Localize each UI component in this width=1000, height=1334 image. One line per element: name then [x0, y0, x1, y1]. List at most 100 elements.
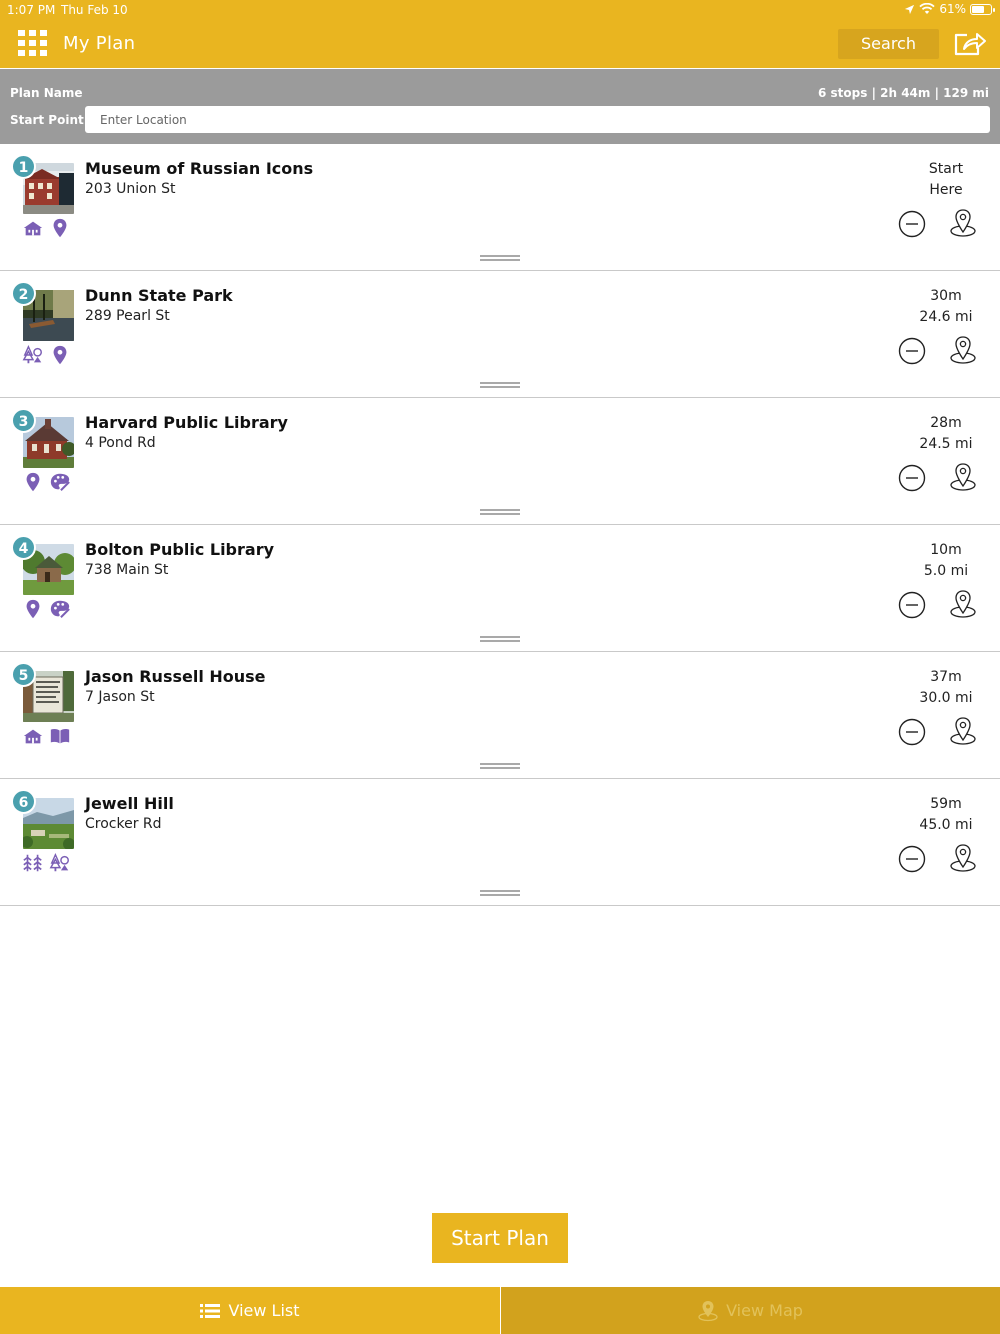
stop-number-badge: 1 — [11, 154, 36, 179]
apps-menu-button[interactable] — [18, 30, 48, 58]
stop-name[interactable]: Museum of Russian Icons — [85, 159, 313, 178]
tab-view-list[interactable]: View List — [0, 1287, 500, 1334]
stop-travel-info: 59m 45.0 mi — [911, 794, 981, 836]
stop-address: 203 Union St — [85, 181, 176, 197]
art-palette-icon — [50, 473, 70, 491]
farm-icon — [23, 854, 42, 872]
art-palette-icon — [50, 600, 70, 618]
stop-travel-time: 28m — [930, 415, 962, 431]
stop-row[interactable]: 4 Bolton Public Library 738 Main St 10m … — [0, 525, 1000, 652]
location-pin-icon — [950, 209, 976, 237]
status-time: 1:07 PM — [7, 3, 56, 17]
remove-stop-button[interactable] — [898, 845, 926, 873]
remove-stop-button[interactable] — [898, 591, 926, 619]
remove-stop-button[interactable] — [898, 337, 926, 365]
stop-name[interactable]: Jason Russell House — [85, 667, 266, 686]
search-button[interactable]: Search — [838, 29, 939, 59]
remove-stop-button[interactable] — [898, 464, 926, 492]
share-button[interactable] — [953, 31, 987, 57]
stop-categories — [22, 852, 71, 874]
stop-number-badge: 3 — [11, 408, 36, 433]
location-pin-icon — [950, 844, 976, 872]
tab-view-map-label: View Map — [726, 1301, 803, 1320]
directions-button[interactable] — [949, 208, 977, 238]
stop-name[interactable]: Harvard Public Library — [85, 413, 288, 432]
battery-percent: 61% — [939, 2, 966, 16]
map-marker-icon — [698, 1300, 718, 1321]
stop-categories — [22, 471, 71, 493]
share-icon — [954, 33, 986, 56]
stop-travel-distance: 5.0 mi — [923, 563, 969, 579]
directions-button[interactable] — [949, 843, 977, 873]
reorder-handle[interactable] — [480, 382, 520, 388]
start-plan-button[interactable]: Start Plan — [432, 1213, 568, 1263]
stop-row[interactable]: 1 Museum of Russian Icons 203 Union St S… — [0, 144, 1000, 271]
book-icon — [50, 728, 70, 744]
map-pin-icon — [26, 472, 40, 492]
stop-row[interactable]: 5 Jason Russell House 7 Jason St 37m 30.… — [0, 652, 1000, 779]
stop-number-badge: 6 — [11, 789, 36, 814]
app-header: 1:07 PM Thu Feb 10 61% My Plan Search — [0, 0, 1000, 68]
stop-name[interactable]: Bolton Public Library — [85, 540, 274, 559]
status-indicators: 61% — [904, 2, 995, 16]
stop-travel-distance: 24.6 mi — [919, 309, 973, 325]
directions-button[interactable] — [949, 462, 977, 492]
stop-categories — [22, 344, 71, 366]
stop-row[interactable]: 2 Dunn State Park 289 Pearl St 30m 24.6 … — [0, 271, 1000, 398]
tab-view-map[interactable]: View Map — [500, 1287, 1000, 1334]
stop-travel-distance: 30.0 mi — [919, 690, 973, 706]
stop-number-badge: 4 — [11, 535, 36, 560]
location-pin-icon — [950, 590, 976, 618]
directions-button[interactable] — [949, 716, 977, 746]
remove-stop-button[interactable] — [898, 718, 926, 746]
directions-button[interactable] — [949, 335, 977, 365]
stops-list: 1 Museum of Russian Icons 203 Union St S… — [0, 144, 1000, 906]
stop-name[interactable]: Dunn State Park — [85, 286, 233, 305]
reorder-handle[interactable] — [480, 763, 520, 769]
directions-button[interactable] — [949, 589, 977, 619]
stop-travel-time: 10m — [930, 542, 962, 558]
stop-address: 289 Pearl St — [85, 308, 170, 324]
stop-name[interactable]: Jewell Hill — [85, 794, 174, 813]
status-date: Thu Feb 10 — [61, 3, 128, 17]
stop-categories — [22, 217, 71, 239]
bottom-tab-bar: View List View Map — [0, 1287, 1000, 1334]
minus-circle-icon — [898, 718, 926, 746]
stop-travel-info: 10m 5.0 mi — [911, 540, 981, 582]
reorder-handle[interactable] — [480, 509, 520, 515]
stop-travel-time: 59m — [930, 796, 962, 812]
tab-view-list-label: View List — [228, 1301, 300, 1320]
stop-travel-info: 37m 30.0 mi — [911, 667, 981, 709]
house-icon — [23, 729, 43, 744]
stop-travel-distance: 45.0 mi — [919, 817, 973, 833]
location-pin-icon — [950, 336, 976, 364]
minus-circle-icon — [898, 210, 926, 238]
map-pin-icon — [26, 599, 40, 619]
plan-name-label: Plan Name — [10, 86, 83, 100]
reorder-handle[interactable] — [480, 636, 520, 642]
stop-number-badge: 2 — [11, 281, 36, 306]
list-icon — [200, 1303, 221, 1318]
wifi-icon — [919, 3, 935, 14]
minus-circle-icon — [898, 337, 926, 365]
location-pin-icon — [950, 717, 976, 745]
stop-travel-time: 30m — [930, 288, 962, 304]
outdoors-icon — [22, 344, 42, 364]
minus-circle-icon — [898, 591, 926, 619]
start-point-label: Start Point — [10, 113, 84, 127]
stop-row[interactable]: 3 Harvard Public Library 4 Pond Rd 28m 2… — [0, 398, 1000, 525]
start-point-input[interactable] — [85, 106, 990, 133]
house-icon — [23, 221, 43, 236]
minus-circle-icon — [898, 464, 926, 492]
stop-address: 738 Main St — [85, 562, 169, 578]
stop-row[interactable]: 6 Jewell Hill Crocker Rd 59m 45.0 mi — [0, 779, 1000, 906]
minus-circle-icon — [898, 845, 926, 873]
stop-categories — [22, 725, 71, 747]
stop-address: 4 Pond Rd — [85, 435, 156, 451]
remove-stop-button[interactable] — [898, 210, 926, 238]
stop-travel-info: 30m 24.6 mi — [911, 286, 981, 328]
reorder-handle[interactable] — [480, 890, 520, 896]
map-pin-icon — [53, 218, 67, 238]
stop-travel-info: Start Here — [911, 159, 981, 201]
reorder-handle[interactable] — [480, 255, 520, 261]
